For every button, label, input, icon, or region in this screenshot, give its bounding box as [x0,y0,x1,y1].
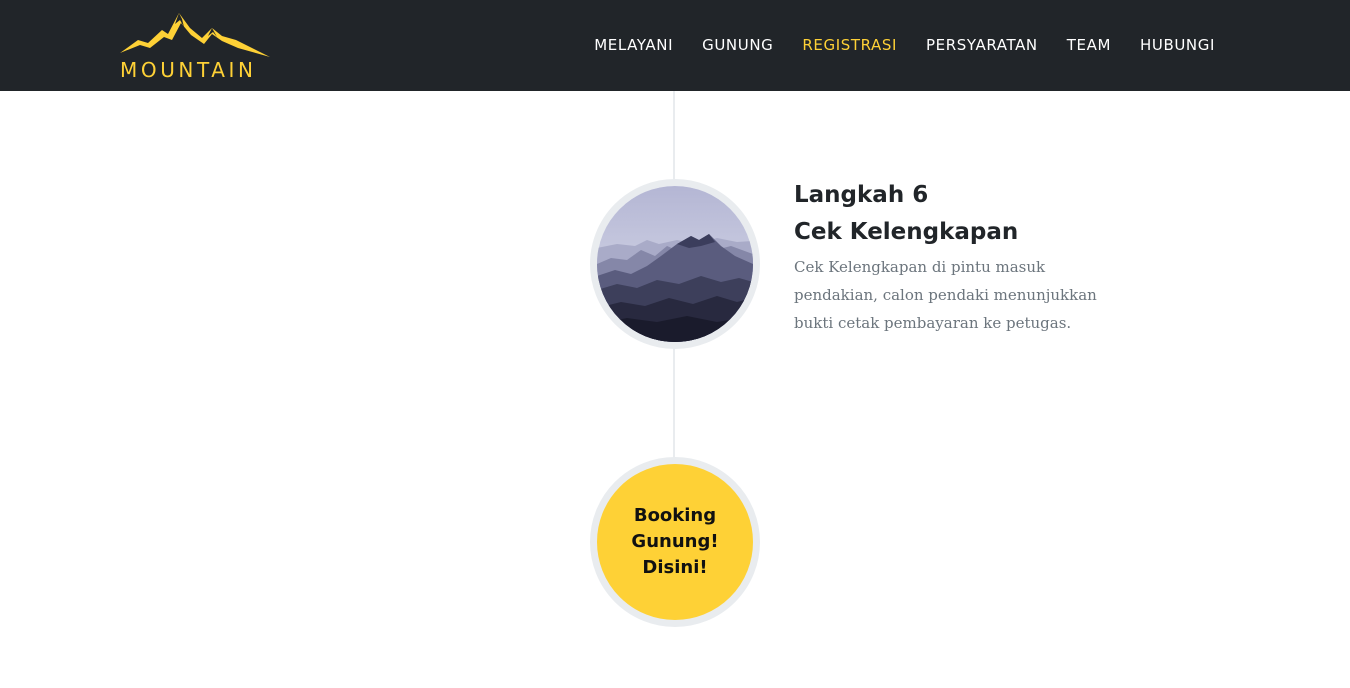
nav-item-gunung: GUNUNG [673,35,773,55]
nav-item-team: TEAM [1038,35,1111,55]
navbar: MOUNTAIN MELAYANI GUNUNG REGISTRASI PERS… [0,0,1350,91]
booking-cta-button[interactable]: Booking Gunung! Disini! [590,457,760,627]
brand-name: MOUNTAIN [120,58,257,82]
timeline-step-image [590,179,760,349]
booking-cta-line-3: Disini! [642,557,708,578]
nav-item-registrasi: REGISTRASI [773,35,897,55]
nav-link-gunung[interactable]: GUNUNG [702,36,773,54]
nav-link-melayani[interactable]: MELAYANI [594,36,673,54]
step-subheading: Langkah 6 [794,182,929,208]
booking-cta-line-2: Gunung! [631,531,719,552]
main-nav: MELAYANI GUNUNG REGISTRASI PERSYARATAN T… [565,35,1215,55]
booking-cta-label: Booking Gunung! Disini! [615,503,735,581]
nav-item-melayani: MELAYANI [565,35,673,55]
booking-cta-line-1: Booking [633,505,717,526]
step-description: Cek Kelengkapan di pintu masuk pendakian… [794,258,1097,332]
brand-logo-link[interactable]: MOUNTAIN [118,10,273,84]
step-heading: Langkah 6 Cek Kelengkapan [794,177,1018,251]
nav-link-registrasi[interactable]: REGISTRASI [802,36,897,54]
nav-item-hubungi: HUBUNGI [1111,35,1215,55]
mountain-image-icon [597,186,753,342]
nav-link-team[interactable]: TEAM [1067,36,1111,54]
nav-link-persyaratan[interactable]: PERSYARATAN [926,36,1038,54]
mountain-logo-icon [120,13,270,57]
nav-item-persyaratan: PERSYARATAN [897,35,1038,55]
nav-link-hubungi[interactable]: HUBUNGI [1140,36,1215,54]
step-title: Cek Kelengkapan [794,219,1019,245]
